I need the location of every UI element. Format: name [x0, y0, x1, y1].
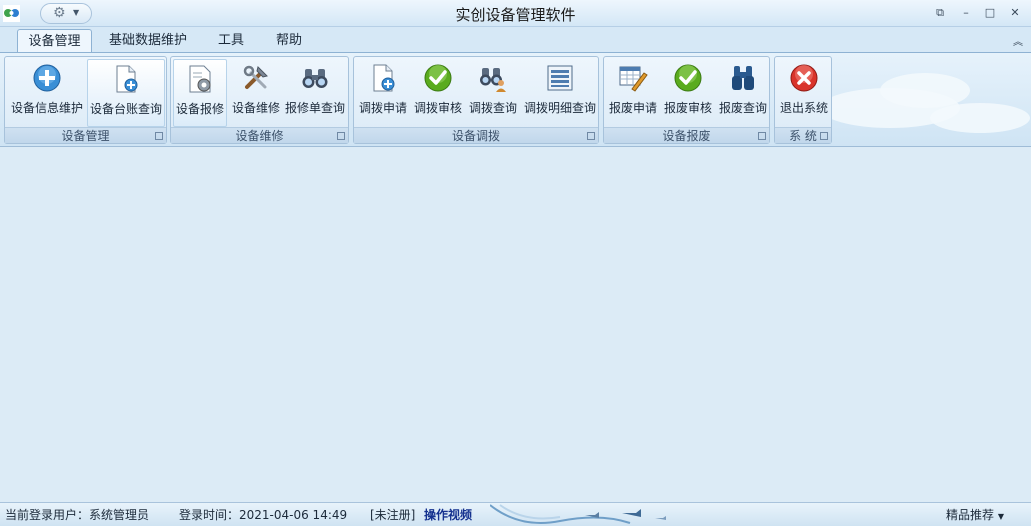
- button-label: 设备报修: [175, 102, 224, 116]
- scrap-query-button[interactable]: 报废查询: [716, 59, 770, 127]
- tools-icon: [243, 65, 268, 89]
- table-edit-icon: [619, 66, 648, 92]
- scrap-approve-button[interactable]: 报废审核: [661, 59, 715, 127]
- group-label: 设备报废: [604, 127, 769, 143]
- ribbon-panel: 设备信息维护 设备台账查询 设备管理 设备报修 设备维修 报修单查询 设备维修 …: [0, 52, 1031, 147]
- list-icon: [547, 65, 573, 91]
- group-system: 退出系统 系 统: [774, 56, 832, 144]
- transfer-query-button[interactable]: 调拨查询: [466, 59, 520, 127]
- login-time-text: 登录时间：2021-04-06 14:49: [179, 508, 348, 522]
- dialog-launcher-icon[interactable]: [155, 132, 163, 140]
- transfer-request-button[interactable]: 调拨申请: [356, 59, 410, 127]
- button-label: 报修单查询: [284, 101, 345, 115]
- group-equipment-management: 设备信息维护 设备台账查询 设备管理: [4, 56, 167, 144]
- tab-help[interactable]: 帮助: [264, 29, 314, 53]
- repair-request-button[interactable]: 设备报修: [173, 59, 227, 127]
- current-user-text: 当前登录用户：系统管理员: [5, 508, 150, 522]
- equipment-repair-button[interactable]: 设备维修: [229, 59, 283, 127]
- button-label: 报废审核: [663, 101, 712, 115]
- button-label: 调拨审核: [413, 101, 462, 115]
- workspace-area: [0, 148, 1031, 502]
- registration-status: [未注册]: [370, 508, 416, 522]
- repair-order-query-button[interactable]: 报修单查询: [283, 59, 347, 127]
- group-equipment-scrap: 报废申请 报废审核 报废查询 设备报废: [603, 56, 770, 144]
- button-label: 退出系统: [779, 101, 828, 115]
- status-bar: 当前登录用户：系统管理员 登录时间：2021-04-06 14:49 [未注册]…: [0, 502, 1031, 526]
- exit-icon: [790, 64, 818, 92]
- recommend-link[interactable]: 精品推荐 ▼: [946, 503, 1004, 526]
- tab-basic-data[interactable]: 基础数据维护: [100, 29, 196, 53]
- dialog-launcher-icon[interactable]: [337, 132, 345, 140]
- binoculars-icon: [302, 69, 328, 88]
- equipment-ledger-query-button[interactable]: 设备台账查询: [87, 59, 165, 127]
- dialog-launcher-icon[interactable]: [758, 132, 766, 140]
- button-label: 设备台账查询: [89, 102, 162, 116]
- exit-system-button[interactable]: 退出系统: [777, 59, 831, 127]
- document-add-icon: [116, 65, 138, 93]
- ribbon-tabs: 设备管理 基础数据维护 工具 帮助 ︽: [0, 27, 1031, 54]
- chevron-down-icon: ▼: [997, 512, 1004, 521]
- button-label: 设备信息维护: [10, 101, 83, 115]
- equipment-info-button[interactable]: 设备信息维护: [7, 59, 87, 127]
- window-title: 实创设备管理软件: [455, 6, 576, 24]
- document-gear-icon: [189, 65, 211, 93]
- dialog-launcher-icon[interactable]: [820, 132, 828, 140]
- minimize-button[interactable]: –: [955, 5, 977, 21]
- restore-button[interactable]: ⧉: [929, 5, 951, 21]
- button-label: 调拨明细查询: [523, 101, 596, 115]
- tutorial-video-link[interactable]: 操作视频: [424, 503, 472, 526]
- group-equipment-transfer: 调拨申请 调拨审核 调拨查询 调拨明细查询 设备调拨: [353, 56, 599, 144]
- group-label: 设备维修: [171, 127, 348, 143]
- binoculars-user-icon: [480, 68, 506, 92]
- button-label: 设备维修: [231, 101, 280, 115]
- button-label: 报废申请: [608, 101, 657, 115]
- title-bar: ⚙ ▼ 实创设备管理软件 ⧉ – □ ✕: [0, 0, 1031, 27]
- group-label: 设备调拨: [354, 127, 598, 143]
- check-icon: [424, 64, 452, 92]
- tab-equipment-management[interactable]: 设备管理: [17, 29, 92, 54]
- maximize-button[interactable]: □: [979, 5, 1001, 21]
- check-icon: [674, 64, 702, 92]
- tab-tools[interactable]: 工具: [206, 29, 256, 53]
- transfer-detail-query-button[interactable]: 调拨明细查询: [522, 59, 598, 127]
- button-label: 报废查询: [718, 101, 767, 115]
- close-button[interactable]: ✕: [1004, 5, 1026, 21]
- group-label: 设备管理: [5, 127, 166, 143]
- dialog-launcher-icon[interactable]: [587, 132, 595, 140]
- binoculars-dark-icon: [732, 66, 754, 90]
- wave-decoration-icon: [490, 504, 666, 524]
- button-label: 调拨申请: [358, 101, 407, 115]
- document-add-icon: [373, 64, 395, 92]
- transfer-approve-button[interactable]: 调拨审核: [411, 59, 465, 127]
- scrap-request-button[interactable]: 报废申请: [606, 59, 660, 127]
- collapse-ribbon-icon[interactable]: ︽: [1013, 33, 1023, 48]
- group-equipment-repair: 设备报修 设备维修 报修单查询 设备维修: [170, 56, 349, 144]
- button-label: 调拨查询: [468, 101, 517, 115]
- add-circle-icon: [33, 64, 61, 92]
